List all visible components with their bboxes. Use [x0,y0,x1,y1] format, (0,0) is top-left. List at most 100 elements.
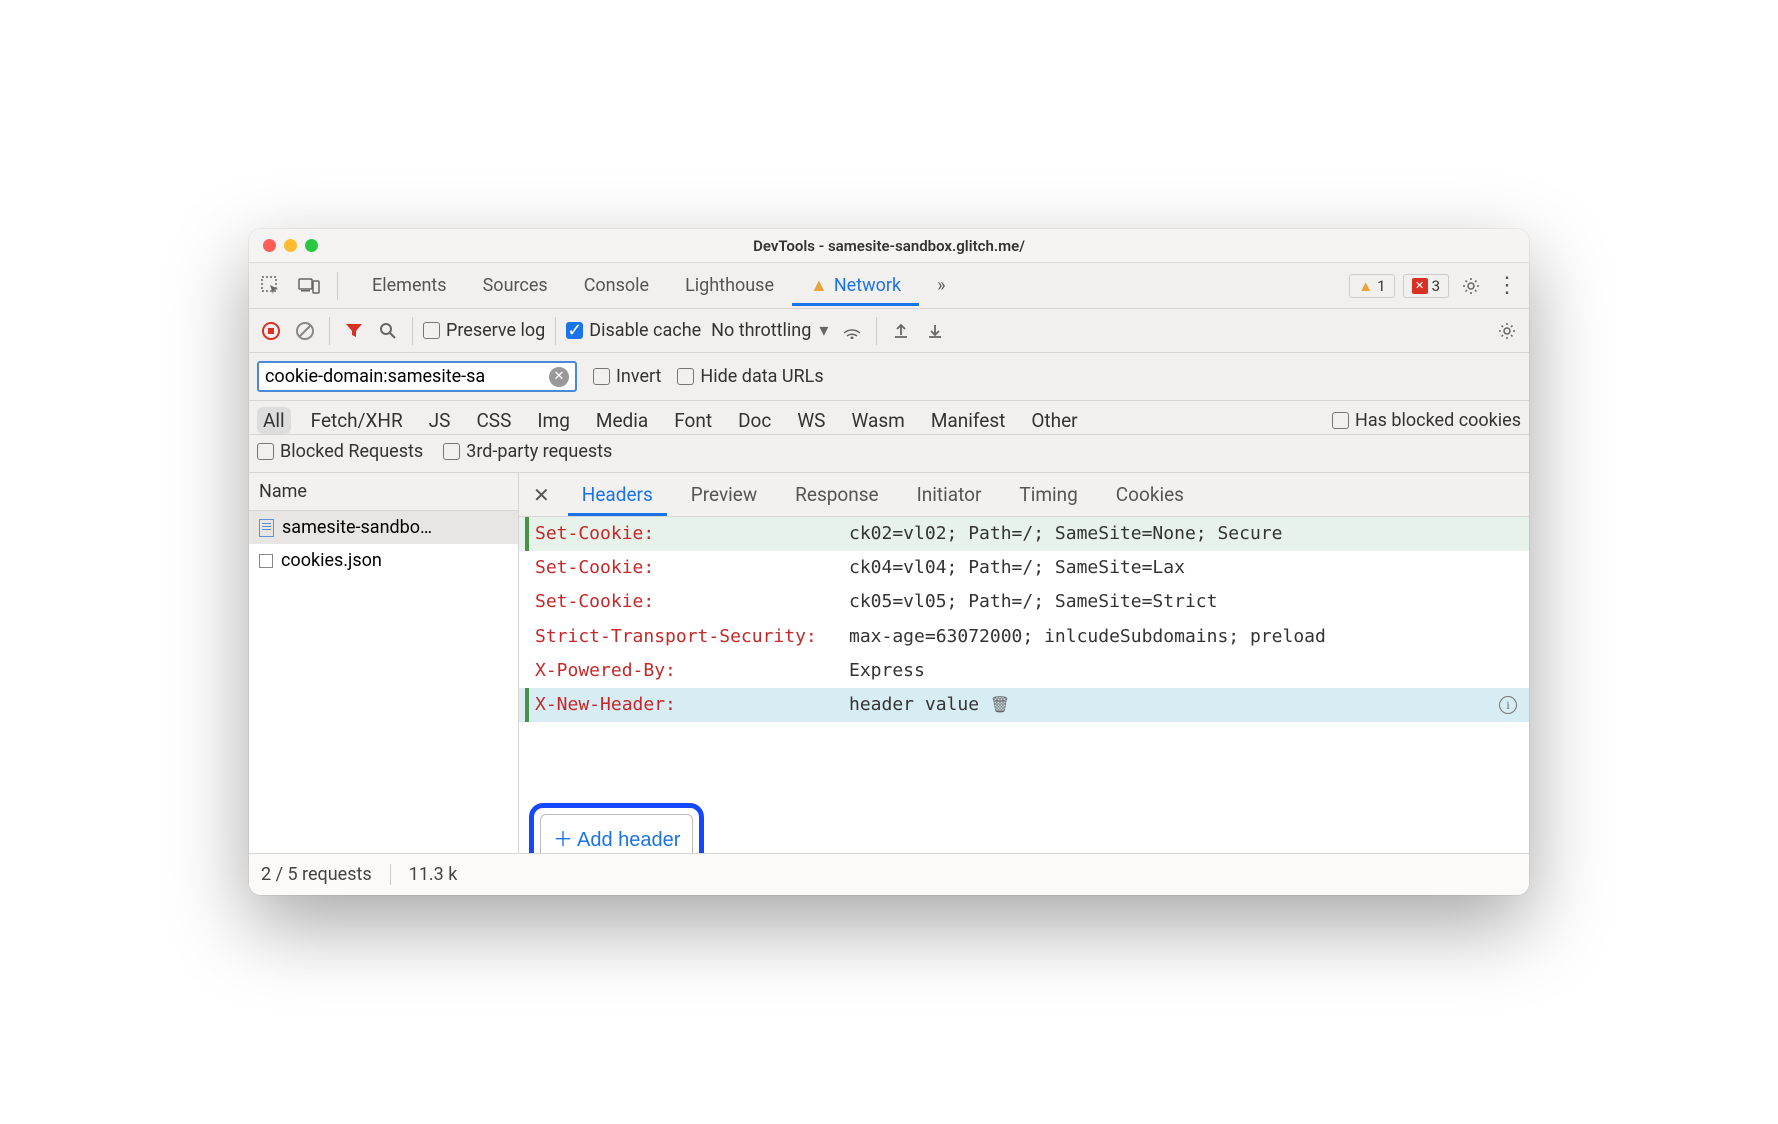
header-value[interactable]: header value 🗑 [849,688,1493,722]
trash-icon[interactable]: 🗑 [990,695,1010,714]
detail-tab-response[interactable]: Response [781,473,892,516]
panel-tabs-bar: Elements Sources Console Lighthouse ▲ Ne… [249,263,1529,309]
type-chip[interactable]: Fetch/XHR [305,407,409,434]
type-chip[interactable]: JS [423,407,457,434]
type-chip[interactable]: Manifest [925,407,1012,434]
header-name: Strict-Transport-Security: [529,620,849,654]
detail-tab-timing[interactable]: Timing [1005,473,1091,516]
filter-input-wrapper: ✕ [257,361,577,392]
detail-tab-preview[interactable]: Preview [677,473,771,516]
status-size: 11.3 k [409,864,476,885]
header-row-editable[interactable]: X-New-Header: header value 🗑 i [519,688,1529,722]
tab-lighthouse[interactable]: Lighthouse [667,265,792,306]
record-button[interactable] [257,317,285,345]
type-chip[interactable]: Wasm [845,407,910,434]
blocked-requests-checkbox[interactable]: Blocked Requests [257,441,423,462]
network-settings-icon[interactable] [1493,317,1521,345]
header-value: ck04=vl04; Path=/; SameSite=Lax [849,551,1493,585]
error-icon: ✕ [1412,278,1428,294]
type-chip[interactable]: CSS [470,407,517,434]
invert-checkbox[interactable]: Invert [593,366,661,387]
window-title: DevTools - samesite-sandbox.glitch.me/ [249,237,1529,255]
type-chip[interactable]: Doc [732,407,777,434]
inspect-element-icon[interactable] [257,272,285,300]
info-icon[interactable]: i [1493,688,1523,722]
header-value: max-age=63072000; inlcudeSubdomains; pre… [849,620,1493,654]
checkbox-icon [257,443,274,460]
has-blocked-cookies-checkbox[interactable]: Has blocked cookies [1332,410,1521,431]
filter-toggle-icon[interactable] [340,317,368,345]
type-chip[interactable]: Other [1025,407,1083,434]
network-split-view: Name samesite-sandbo… cookies.json ✕ Hea… [249,473,1529,853]
header-name: X-Powered-By: [529,654,849,688]
header-name: Set-Cookie: [529,517,849,551]
kebab-menu-icon[interactable]: ⋮ [1493,272,1521,300]
devtools-window: DevTools - samesite-sandbox.glitch.me/ E… [249,229,1529,895]
detail-tabs: ✕ Headers Preview Response Initiator Tim… [519,473,1529,517]
more-tabs-button[interactable]: » [919,265,963,306]
resource-type-filters: All Fetch/XHR JS CSS Img Media Font Doc … [249,401,1529,435]
network-toolbar: Preserve log ✓ Disable cache No throttli… [249,309,1529,353]
warnings-badge[interactable]: ▲ 1 [1349,274,1394,298]
resource-type-filters-2: Blocked Requests 3rd-party requests [249,435,1529,473]
file-icon [259,554,273,568]
type-chip[interactable]: WS [791,407,831,434]
header-name: Set-Cookie: [529,551,849,585]
preserve-log-checkbox[interactable]: Preserve log [423,320,545,341]
header-name[interactable]: X-New-Header: [529,688,849,722]
search-icon[interactable] [374,317,402,345]
warning-icon: ▲ [810,275,828,296]
header-row[interactable]: Set-Cookie: ck04=vl04; Path=/; SameSite=… [519,551,1529,585]
disable-cache-checkbox[interactable]: ✓ Disable cache [566,320,701,341]
checkbox-icon [677,368,694,385]
detail-tab-cookies[interactable]: Cookies [1102,473,1198,516]
checkbox-icon [443,443,460,460]
plus-icon: ＋ [553,821,573,853]
add-header-button[interactable]: ＋ Add header [540,814,693,853]
close-details-icon[interactable]: ✕ [525,483,558,507]
settings-icon[interactable] [1457,272,1485,300]
errors-badge[interactable]: ✕ 3 [1403,274,1449,298]
upload-har-icon[interactable] [887,317,915,345]
header-row[interactable]: Set-Cookie: ck02=vl02; Path=/; SameSite=… [519,517,1529,551]
type-chip-all[interactable]: All [257,407,291,434]
clear-button[interactable] [291,317,319,345]
tab-sources[interactable]: Sources [465,265,566,306]
header-value: Express [849,654,1493,688]
device-toggle-icon[interactable] [295,272,323,300]
type-chip[interactable]: Font [668,407,718,434]
clear-filter-icon[interactable]: ✕ [549,367,569,387]
request-list: Name samesite-sandbo… cookies.json [249,473,519,853]
type-chip[interactable]: Img [531,407,576,434]
checkbox-icon [423,322,440,339]
header-row[interactable]: Set-Cookie: ck05=vl05; Path=/; SameSite=… [519,585,1529,619]
header-value: ck02=vl02; Path=/; SameSite=None; Secure [849,517,1493,551]
titlebar: DevTools - samesite-sandbox.glitch.me/ [249,229,1529,263]
headers-pane: Set-Cookie: ck02=vl02; Path=/; SameSite=… [519,517,1529,853]
tab-elements[interactable]: Elements [354,265,465,306]
detail-tab-headers[interactable]: Headers [568,473,667,516]
download-har-icon[interactable] [921,317,949,345]
status-bar: 2 / 5 requests 11.3 k [249,853,1529,895]
filter-row: ✕ Invert Hide data URLs [249,353,1529,401]
header-name: Set-Cookie: [529,585,849,619]
hide-data-urls-checkbox[interactable]: Hide data URLs [677,366,823,387]
checkbox-icon [1332,412,1349,429]
network-conditions-icon[interactable] [838,317,866,345]
throttling-select[interactable]: No throttling ▾ [707,320,832,341]
tab-console[interactable]: Console [566,265,667,306]
header-row[interactable]: X-Powered-By: Express [519,654,1529,688]
checkbox-icon [593,368,610,385]
request-row[interactable]: cookies.json [249,544,518,577]
request-row[interactable]: samesite-sandbo… [249,511,518,544]
request-list-header: Name [249,473,518,511]
header-value: ck05=vl05; Path=/; SameSite=Strict [849,585,1493,619]
header-row[interactable]: Strict-Transport-Security: max-age=63072… [519,620,1529,654]
filter-input[interactable] [265,366,549,387]
third-party-checkbox[interactable]: 3rd-party requests [443,441,612,462]
warning-icon: ▲ [1358,277,1373,295]
tab-network[interactable]: ▲ Network [792,265,919,306]
detail-tab-initiator[interactable]: Initiator [903,473,996,516]
type-chip[interactable]: Media [590,407,654,434]
document-icon [259,519,274,537]
